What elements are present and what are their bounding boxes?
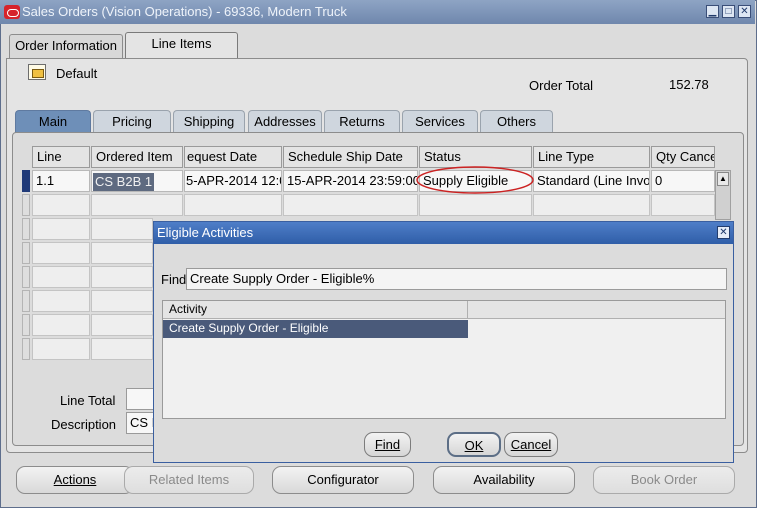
vertical-scrollbar[interactable]: ▲ (715, 170, 731, 220)
column-header-request-date[interactable]: equest Date (184, 146, 282, 168)
related-items-button[interactable]: Related Items (124, 466, 254, 494)
dialog-ok-button[interactable]: OK (447, 432, 501, 457)
activity-column-header-filler (468, 301, 725, 319)
empty-cell[interactable] (32, 290, 90, 312)
cell-line-type[interactable]: Standard (Line Invo (533, 170, 650, 192)
book-order-button[interactable]: Book Order (593, 466, 735, 494)
row-selector[interactable] (22, 338, 30, 360)
column-header-line[interactable]: Line (32, 146, 90, 168)
row-selector[interactable] (22, 266, 30, 288)
ordered-item-selected-text: CS B2B 1 (93, 173, 155, 191)
actions-label: Actions (53, 472, 97, 487)
tab-line-items[interactable]: Line Items (125, 32, 238, 59)
tab-order-information[interactable]: Order Information (9, 34, 123, 58)
folder-icon[interactable] (28, 64, 46, 80)
cell-ordered-item[interactable]: CS B2B 1 (91, 170, 183, 192)
window-title: Sales Orders (Vision Operations) - 69336… (22, 4, 347, 19)
order-total-value: 152.78 (669, 77, 709, 92)
empty-cell[interactable] (32, 218, 90, 240)
column-header-ordered-item[interactable]: Ordered Item (91, 146, 183, 168)
actions-button[interactable]: Actions (16, 466, 134, 494)
find-input[interactable]: Create Supply Order - Eligible% (186, 268, 727, 290)
column-header-qty-cancelled[interactable]: Qty Cance (651, 146, 715, 168)
subtab-returns[interactable]: Returns (324, 110, 400, 133)
ok-button-label: OK (464, 438, 484, 453)
cell-schedule-ship-date[interactable]: 15-APR-2014 23:59:00 (283, 170, 418, 192)
empty-cell[interactable] (419, 194, 532, 216)
availability-button[interactable]: Availability (433, 466, 575, 494)
dialog-title: Eligible Activities (157, 225, 254, 240)
activity-list: Activity Create Supply Order - Eligible (162, 300, 726, 419)
empty-cell[interactable] (651, 194, 715, 216)
find-label: Find (161, 272, 187, 287)
configurator-button[interactable]: Configurator (272, 466, 414, 494)
row-selector[interactable] (22, 218, 30, 240)
empty-cell[interactable] (32, 194, 90, 216)
dialog-close-icon[interactable]: ✕ (717, 226, 730, 239)
default-label: Default (56, 66, 98, 81)
activity-row-selected[interactable]: Create Supply Order - Eligible (163, 320, 468, 338)
empty-cell[interactable] (32, 266, 90, 288)
activity-column-header[interactable]: Activity (163, 301, 468, 319)
subtab-services[interactable]: Services (402, 110, 478, 133)
dialog-find-button[interactable]: Find (364, 432, 411, 457)
row-selector[interactable] (22, 194, 30, 216)
row-selector[interactable] (22, 314, 30, 336)
empty-cell[interactable] (32, 338, 90, 360)
dialog-cancel-button[interactable]: Cancel (504, 432, 558, 457)
find-button-label: Find (374, 437, 401, 452)
empty-cell[interactable] (91, 290, 153, 312)
oracle-logo-icon (4, 5, 20, 19)
empty-cell[interactable] (283, 194, 418, 216)
empty-cell[interactable] (184, 194, 282, 216)
eligible-activities-dialog: Eligible Activities ✕ Find Create Supply… (153, 221, 734, 463)
empty-cell[interactable] (91, 218, 153, 240)
subtab-pricing[interactable]: Pricing (93, 110, 171, 133)
empty-cell[interactable] (91, 242, 153, 264)
scroll-up-icon[interactable]: ▲ (717, 172, 729, 186)
status-highlight-ellipse (416, 166, 534, 194)
maximize-icon[interactable]: □ (722, 5, 735, 18)
empty-cell[interactable] (533, 194, 650, 216)
empty-cell[interactable] (91, 266, 153, 288)
subtab-others[interactable]: Others (480, 110, 553, 133)
close-icon[interactable]: ✕ (738, 5, 751, 18)
order-total-label: Order Total (529, 78, 594, 93)
subtab-main[interactable]: Main (15, 110, 91, 133)
empty-cell[interactable] (91, 338, 153, 360)
row-selector[interactable] (22, 242, 30, 264)
empty-cell[interactable] (32, 314, 90, 336)
empty-cell[interactable] (91, 314, 153, 336)
column-header-schedule-ship-date[interactable]: Schedule Ship Date (283, 146, 418, 168)
row-selector[interactable] (22, 290, 30, 312)
cell-line[interactable]: 1.1 (32, 170, 90, 192)
dialog-titlebar[interactable]: Eligible Activities ✕ (154, 222, 733, 244)
cell-qty-cancelled[interactable]: 0 (651, 170, 715, 192)
empty-cell[interactable] (32, 242, 90, 264)
description-label: Description (51, 417, 117, 432)
row-selector-active[interactable] (22, 170, 30, 192)
line-total-label: Line Total (60, 393, 116, 408)
window-titlebar[interactable]: Sales Orders (Vision Operations) - 69336… (0, 0, 755, 24)
subtab-addresses[interactable]: Addresses (248, 110, 322, 133)
cancel-button-label: Cancel (510, 437, 552, 452)
subtab-shipping[interactable]: Shipping (173, 110, 245, 133)
empty-cell[interactable] (91, 194, 183, 216)
minimize-icon[interactable]: ▁ (706, 5, 719, 18)
column-header-line-type[interactable]: Line Type (533, 146, 650, 168)
cell-request-date[interactable]: 5-APR-2014 12:0 (184, 170, 282, 192)
